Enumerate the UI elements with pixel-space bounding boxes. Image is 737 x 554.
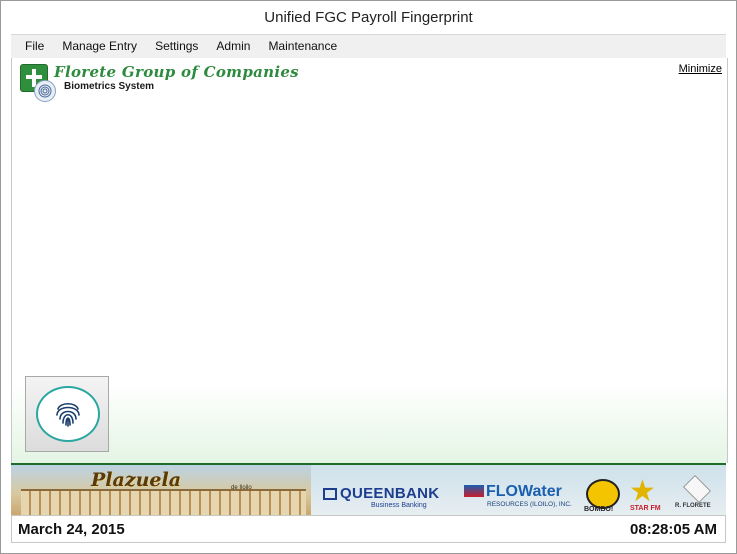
fingerprint-icon: [36, 386, 100, 442]
flowater-sub: RESOURCES (ILOILO), INC.: [487, 501, 572, 508]
queenbank-sub: Business Banking: [371, 502, 427, 509]
menu-manage-entry[interactable]: Manage Entry: [54, 35, 145, 57]
fingerprint-scan-button[interactable]: [25, 376, 109, 452]
star-fm-icon: ★: [629, 475, 656, 508]
menu-settings[interactable]: Settings: [147, 35, 206, 57]
rflorete-label: R. FLORETE: [675, 503, 711, 509]
status-bar: March 24, 2015 08:28:05 AM: [11, 515, 726, 543]
plazuela-sub: de Iloilo: [231, 485, 252, 491]
main-panel: Florete Group of Companies Biometrics Sy…: [11, 58, 728, 463]
queenbank-logo: QUEENBANK: [323, 485, 439, 502]
menu-admin[interactable]: Admin: [208, 35, 258, 57]
window-title: Unified FGC Payroll Fingerprint: [1, 1, 736, 34]
flowater-logo: FLOWater: [464, 483, 562, 501]
minimize-link[interactable]: Minimize: [679, 63, 722, 75]
current-date: March 24, 2015: [18, 521, 125, 538]
bombo-radio-icon: [586, 479, 620, 509]
logo-fingerprint-icon: [34, 80, 56, 102]
app-window: Unified FGC Payroll Fingerprint File Man…: [0, 0, 737, 554]
system-subtitle: Biometrics System: [64, 81, 155, 92]
star-fm-label: STAR FM: [630, 505, 661, 512]
flowater-name: FLOWater: [486, 483, 562, 500]
menu-file[interactable]: File: [11, 35, 52, 57]
menu-maintenance[interactable]: Maintenance: [260, 35, 345, 57]
rflorete-diamond-icon: [683, 475, 711, 503]
current-time: 08:28:05 AM: [630, 521, 717, 538]
bombo-label: BOMBO!: [584, 506, 614, 513]
plazuela-building: [21, 489, 306, 515]
company-name: Florete Group of Companies: [54, 63, 299, 81]
plazuela-logo: Plazuela de Iloilo: [11, 465, 311, 517]
sponsor-banner: Plazuela de Iloilo QUEENBANK Business Ba…: [11, 463, 726, 517]
queenbank-name: QUEENBANK: [340, 485, 440, 502]
flowater-mark-icon: [464, 485, 484, 497]
queenbank-mark-icon: [323, 488, 337, 500]
plazuela-name: Plazuela: [91, 469, 182, 491]
menu-bar: File Manage Entry Settings Admin Mainten…: [11, 34, 726, 59]
